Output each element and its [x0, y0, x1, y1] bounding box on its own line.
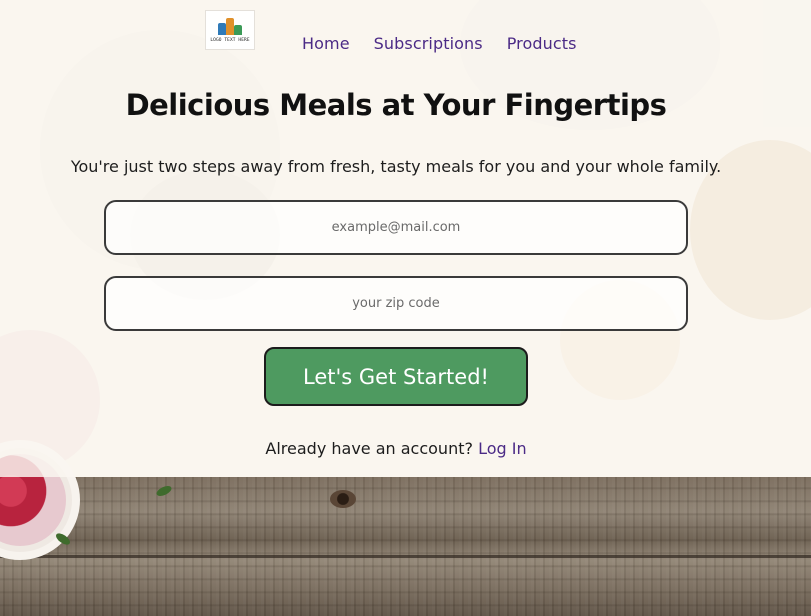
nav-products-link[interactable]: Products: [507, 34, 577, 53]
login-link[interactable]: Log In: [478, 439, 527, 458]
zip-code-input[interactable]: [104, 276, 688, 331]
site-logo[interactable]: LOGO TEXT HERE: [205, 10, 255, 50]
signup-panel: LOGO TEXT HERE Home Subscriptions Produc…: [0, 0, 811, 477]
login-prompt-text: Already have an account?: [265, 439, 479, 458]
get-started-button[interactable]: Let's Get Started!: [264, 347, 528, 406]
page-subheading: You're just two steps away from fresh, t…: [70, 157, 722, 176]
wood-table-background: [0, 477, 811, 616]
logo-text: LOGO TEXT HERE: [210, 38, 250, 43]
email-input[interactable]: [104, 200, 688, 255]
nav-home-link[interactable]: Home: [302, 34, 350, 53]
main-nav: Home Subscriptions Products: [302, 34, 577, 53]
logo-icon: [217, 17, 243, 35]
nav-subscriptions-link[interactable]: Subscriptions: [374, 34, 483, 53]
wood-knot: [330, 490, 356, 508]
login-prompt: Already have an account? Log In: [0, 439, 792, 458]
page-headline: Delicious Meals at Your Fingertips: [125, 88, 667, 122]
